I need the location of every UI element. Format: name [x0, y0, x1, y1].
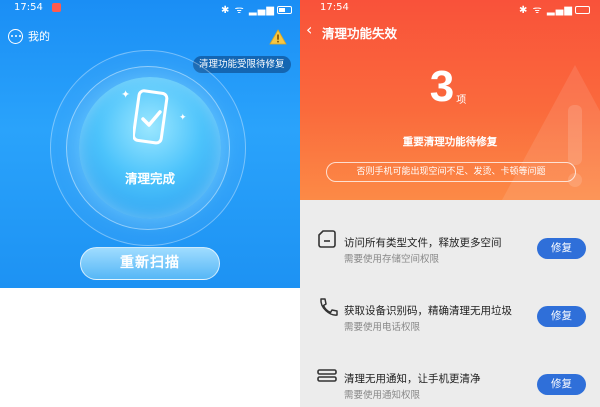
status-time: 17:54: [14, 2, 43, 13]
status-bar: 17:54 ✱ ᯤ ▂▄▆: [300, 0, 600, 16]
repair-header: 17:54 ✱ ᯤ ▂▄▆ ‹ 清理功能失效 3项 重要清理功能待修复 否则手机…: [300, 0, 600, 200]
battery-icon: [575, 6, 590, 14]
phone-handset-icon: [320, 298, 338, 316]
item-desc: 需要使用通知权限: [344, 390, 421, 401]
more-dots-icon: [8, 28, 23, 44]
status-icons: ✱ ᯤ ▂▄▆: [519, 2, 590, 16]
repair-screen: 17:54 ✱ ᯤ ▂▄▆ ‹ 清理功能失效 3项 重要清理功能待修复 否则手机…: [300, 0, 600, 407]
back-arrow-icon[interactable]: ‹: [306, 22, 312, 38]
list-item: 访问所有类型文件，释放更多空间 需要使用存储空间权限 修复: [300, 210, 600, 270]
signal-icons: ✱ ᯤ ▂▄▆: [519, 5, 573, 16]
notification-badge-icon: [52, 3, 61, 12]
page-title: 清理功能失效: [322, 26, 398, 41]
battery-icon: [277, 6, 292, 14]
sparkle-icon: ✦: [121, 88, 131, 101]
fix-button[interactable]: 修复: [537, 238, 586, 259]
list-item: 清理无用通知，让手机更清净 需要使用通知权限 修复: [300, 346, 600, 406]
clean-complete-label: 清理完成: [124, 171, 175, 186]
issue-count-value: 3: [429, 62, 455, 111]
fix-button[interactable]: 修复: [537, 306, 586, 327]
rescan-button[interactable]: 重新扫描: [80, 247, 220, 280]
item-desc: 需要使用电话权限: [344, 322, 421, 333]
warning-icon[interactable]: [269, 29, 287, 45]
sd-card-icon: [318, 230, 336, 248]
item-desc: 需要使用存储空间权限: [344, 254, 440, 265]
issue-count-unit: 项: [456, 95, 467, 106]
my-profile-label: 我的: [28, 30, 50, 43]
screenshot-root: 17:54 ✱ ᯤ ▂▄▆ 我的 清理功能受限待修复 ✦ ✦ 清理完成 重新扫描: [0, 0, 600, 407]
list-item: 获取设备识别码，精确清理无用垃圾 需要使用电话权限 修复: [300, 278, 600, 338]
status-bar: 17:54 ✱ ᯤ ▂▄▆: [0, 0, 300, 16]
item-title: 获取设备识别码，精确清理无用垃圾: [344, 305, 512, 317]
issue-count: 3项: [300, 62, 596, 112]
status-time: 17:54: [320, 2, 349, 13]
my-profile-button[interactable]: 我的: [8, 28, 50, 44]
status-icons: ✱ ᯤ ▂▄▆: [221, 2, 292, 16]
clean-result-screen: 17:54 ✱ ᯤ ▂▄▆ 我的 清理功能受限待修复 ✦ ✦ 清理完成 重新扫描: [0, 0, 300, 288]
item-title: 清理无用通知，让手机更清净: [344, 373, 481, 385]
phone-check-icon: [133, 89, 169, 145]
permission-list: 访问所有类型文件，释放更多空间 需要使用存储空间权限 修复 获取设备识别码，精确…: [300, 200, 600, 407]
item-title: 访问所有类型文件，释放更多空间: [344, 237, 502, 249]
issue-subtitle: 重要清理功能待修复: [402, 136, 498, 148]
sparkle-icon: ✦: [179, 113, 187, 123]
fix-button[interactable]: 修复: [537, 374, 586, 395]
signal-icons: ✱ ᯤ ▂▄▆: [221, 5, 275, 16]
risk-hint: 否则手机可能出现空间不足、发烫、卡顿等问题: [326, 162, 576, 182]
notification-stack-icon: [317, 369, 337, 382]
